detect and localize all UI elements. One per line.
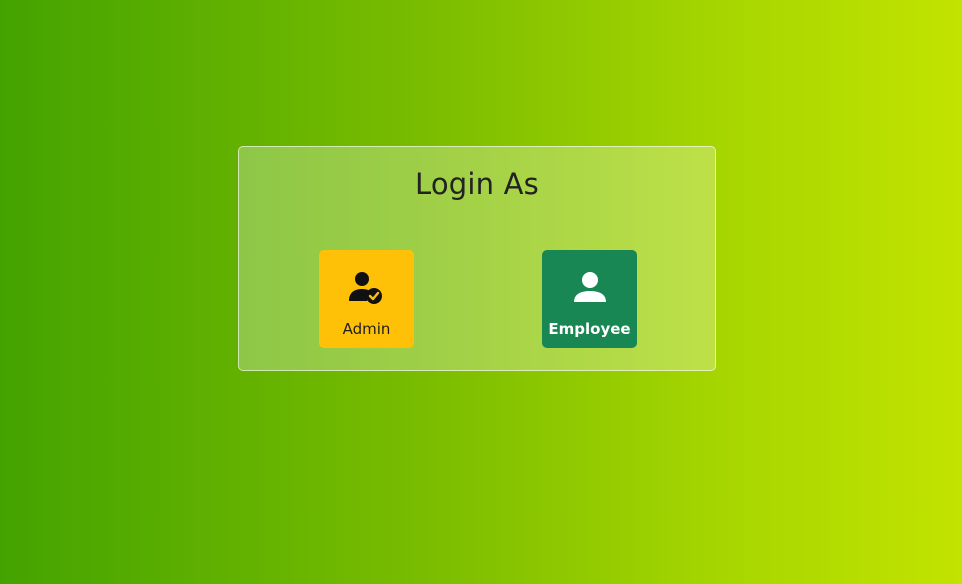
employee-login-button[interactable]: Employee <box>542 250 637 348</box>
employee-label: Employee <box>548 320 631 338</box>
login-card: Login As Admin Employee <box>238 146 716 371</box>
admin-login-button[interactable]: Admin <box>319 250 414 348</box>
admin-label: Admin <box>342 320 391 338</box>
login-title: Login As <box>414 167 539 201</box>
user-check-icon <box>319 270 414 306</box>
user-icon <box>542 270 637 306</box>
